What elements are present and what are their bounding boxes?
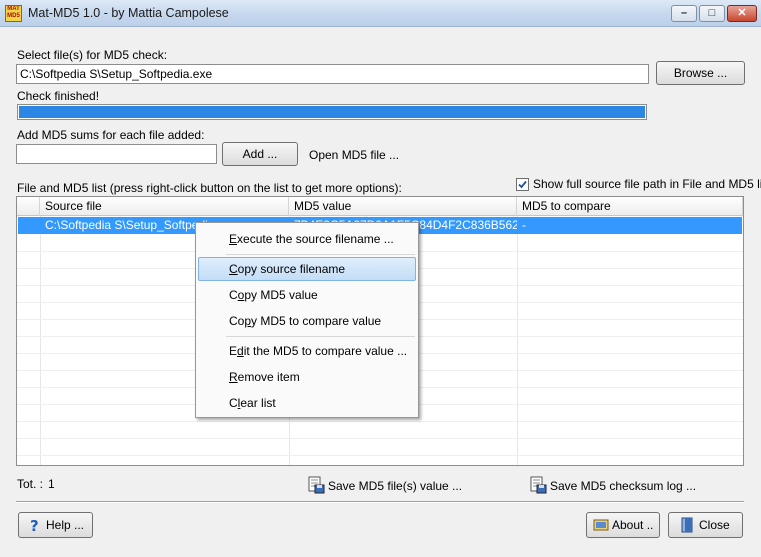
menu-item-clear[interactable]: Clear list: [198, 391, 416, 415]
add-md5-label: Add MD5 sums for each file added:: [17, 128, 205, 142]
header-blank: [17, 197, 40, 216]
add-button[interactable]: Add ...: [222, 142, 298, 166]
context-menu: Execute the source filename ... Copy sou…: [195, 222, 419, 418]
column-header-md5[interactable]: MD5 value: [289, 197, 517, 216]
save-md5-values-button[interactable]: Save MD5 file(s) value ...: [307, 476, 462, 494]
maximize-icon: □: [708, 7, 716, 19]
md5-sum-input[interactable]: [16, 144, 217, 164]
help-button[interactable]: ? Help ...: [18, 512, 93, 538]
minimize-icon: –: [680, 7, 688, 19]
about-icon: [593, 519, 609, 531]
show-full-path-checkbox[interactable]: [516, 178, 529, 191]
svg-text:?: ?: [30, 517, 39, 533]
menu-item-edit-compare[interactable]: Edit the MD5 to compare value ...: [198, 339, 416, 363]
progress-fill: [19, 106, 645, 118]
app-icon-text: MAT MD5: [7, 6, 20, 19]
column-header-compare[interactable]: MD5 to compare: [517, 197, 743, 216]
column-header-source[interactable]: Source file: [40, 197, 289, 216]
menu-item-copy-md5[interactable]: Copy MD5 value: [198, 283, 416, 307]
progress-bar: [17, 104, 647, 120]
menu-item-copy-source[interactable]: Copy source filename: [198, 257, 416, 281]
show-full-path-label: Show full source file path in File and M…: [533, 177, 761, 191]
total-count: 1: [48, 477, 55, 491]
close-app-button[interactable]: Close: [668, 512, 743, 538]
save-md5-icon: [308, 476, 325, 494]
list-header: Source file MD5 value MD5 to compare: [17, 197, 743, 216]
app-icon[interactable]: MAT MD5: [5, 5, 22, 22]
maximize-button[interactable]: □: [699, 5, 725, 22]
minimize-button[interactable]: –: [671, 5, 697, 22]
save-checksum-log-label: Save MD5 checksum log ...: [550, 479, 697, 493]
help-icon: ?: [30, 517, 39, 533]
save-checksum-log-button[interactable]: Save MD5 checksum log ...: [529, 476, 696, 494]
about-button[interactable]: About ..: [586, 512, 660, 538]
window-title: Mat-MD5 1.0 - by Mattia Campolese: [28, 6, 229, 20]
browse-button[interactable]: Browse ...: [656, 61, 745, 85]
title-bar[interactable]: MAT MD5 Mat-MD5 1.0 - by Mattia Campoles…: [0, 0, 761, 27]
file-select-label: Select file(s) for MD5 check:: [17, 48, 168, 62]
save-log-icon: [530, 476, 547, 494]
window-close-button[interactable]: ✕: [727, 5, 757, 22]
status-text: Check finished!: [17, 89, 100, 103]
checkmark-icon: [518, 180, 527, 189]
menu-item-execute[interactable]: Execute the source filename ...: [198, 227, 416, 251]
menu-item-remove[interactable]: Remove item: [198, 365, 416, 389]
close-icon: ✕: [737, 7, 747, 19]
save-md5-values-label: Save MD5 file(s) value ...: [328, 479, 463, 493]
list-label: File and MD5 list (press right-click but…: [17, 181, 402, 195]
cell-md5-compare: -: [522, 218, 526, 232]
help-label: Help ...: [46, 518, 85, 532]
close-door-icon: [681, 517, 693, 533]
file-path-input[interactable]: C:\Softpedia S\Setup_Softpedia.exe: [16, 64, 649, 84]
close-app-label: Close: [699, 518, 730, 532]
about-label: About ..: [612, 518, 654, 532]
total-label: Tot. :: [17, 477, 44, 491]
menu-item-copy-compare[interactable]: Copy MD5 to compare value: [198, 309, 416, 333]
open-md5-file-link[interactable]: Open MD5 file ...: [309, 148, 399, 162]
